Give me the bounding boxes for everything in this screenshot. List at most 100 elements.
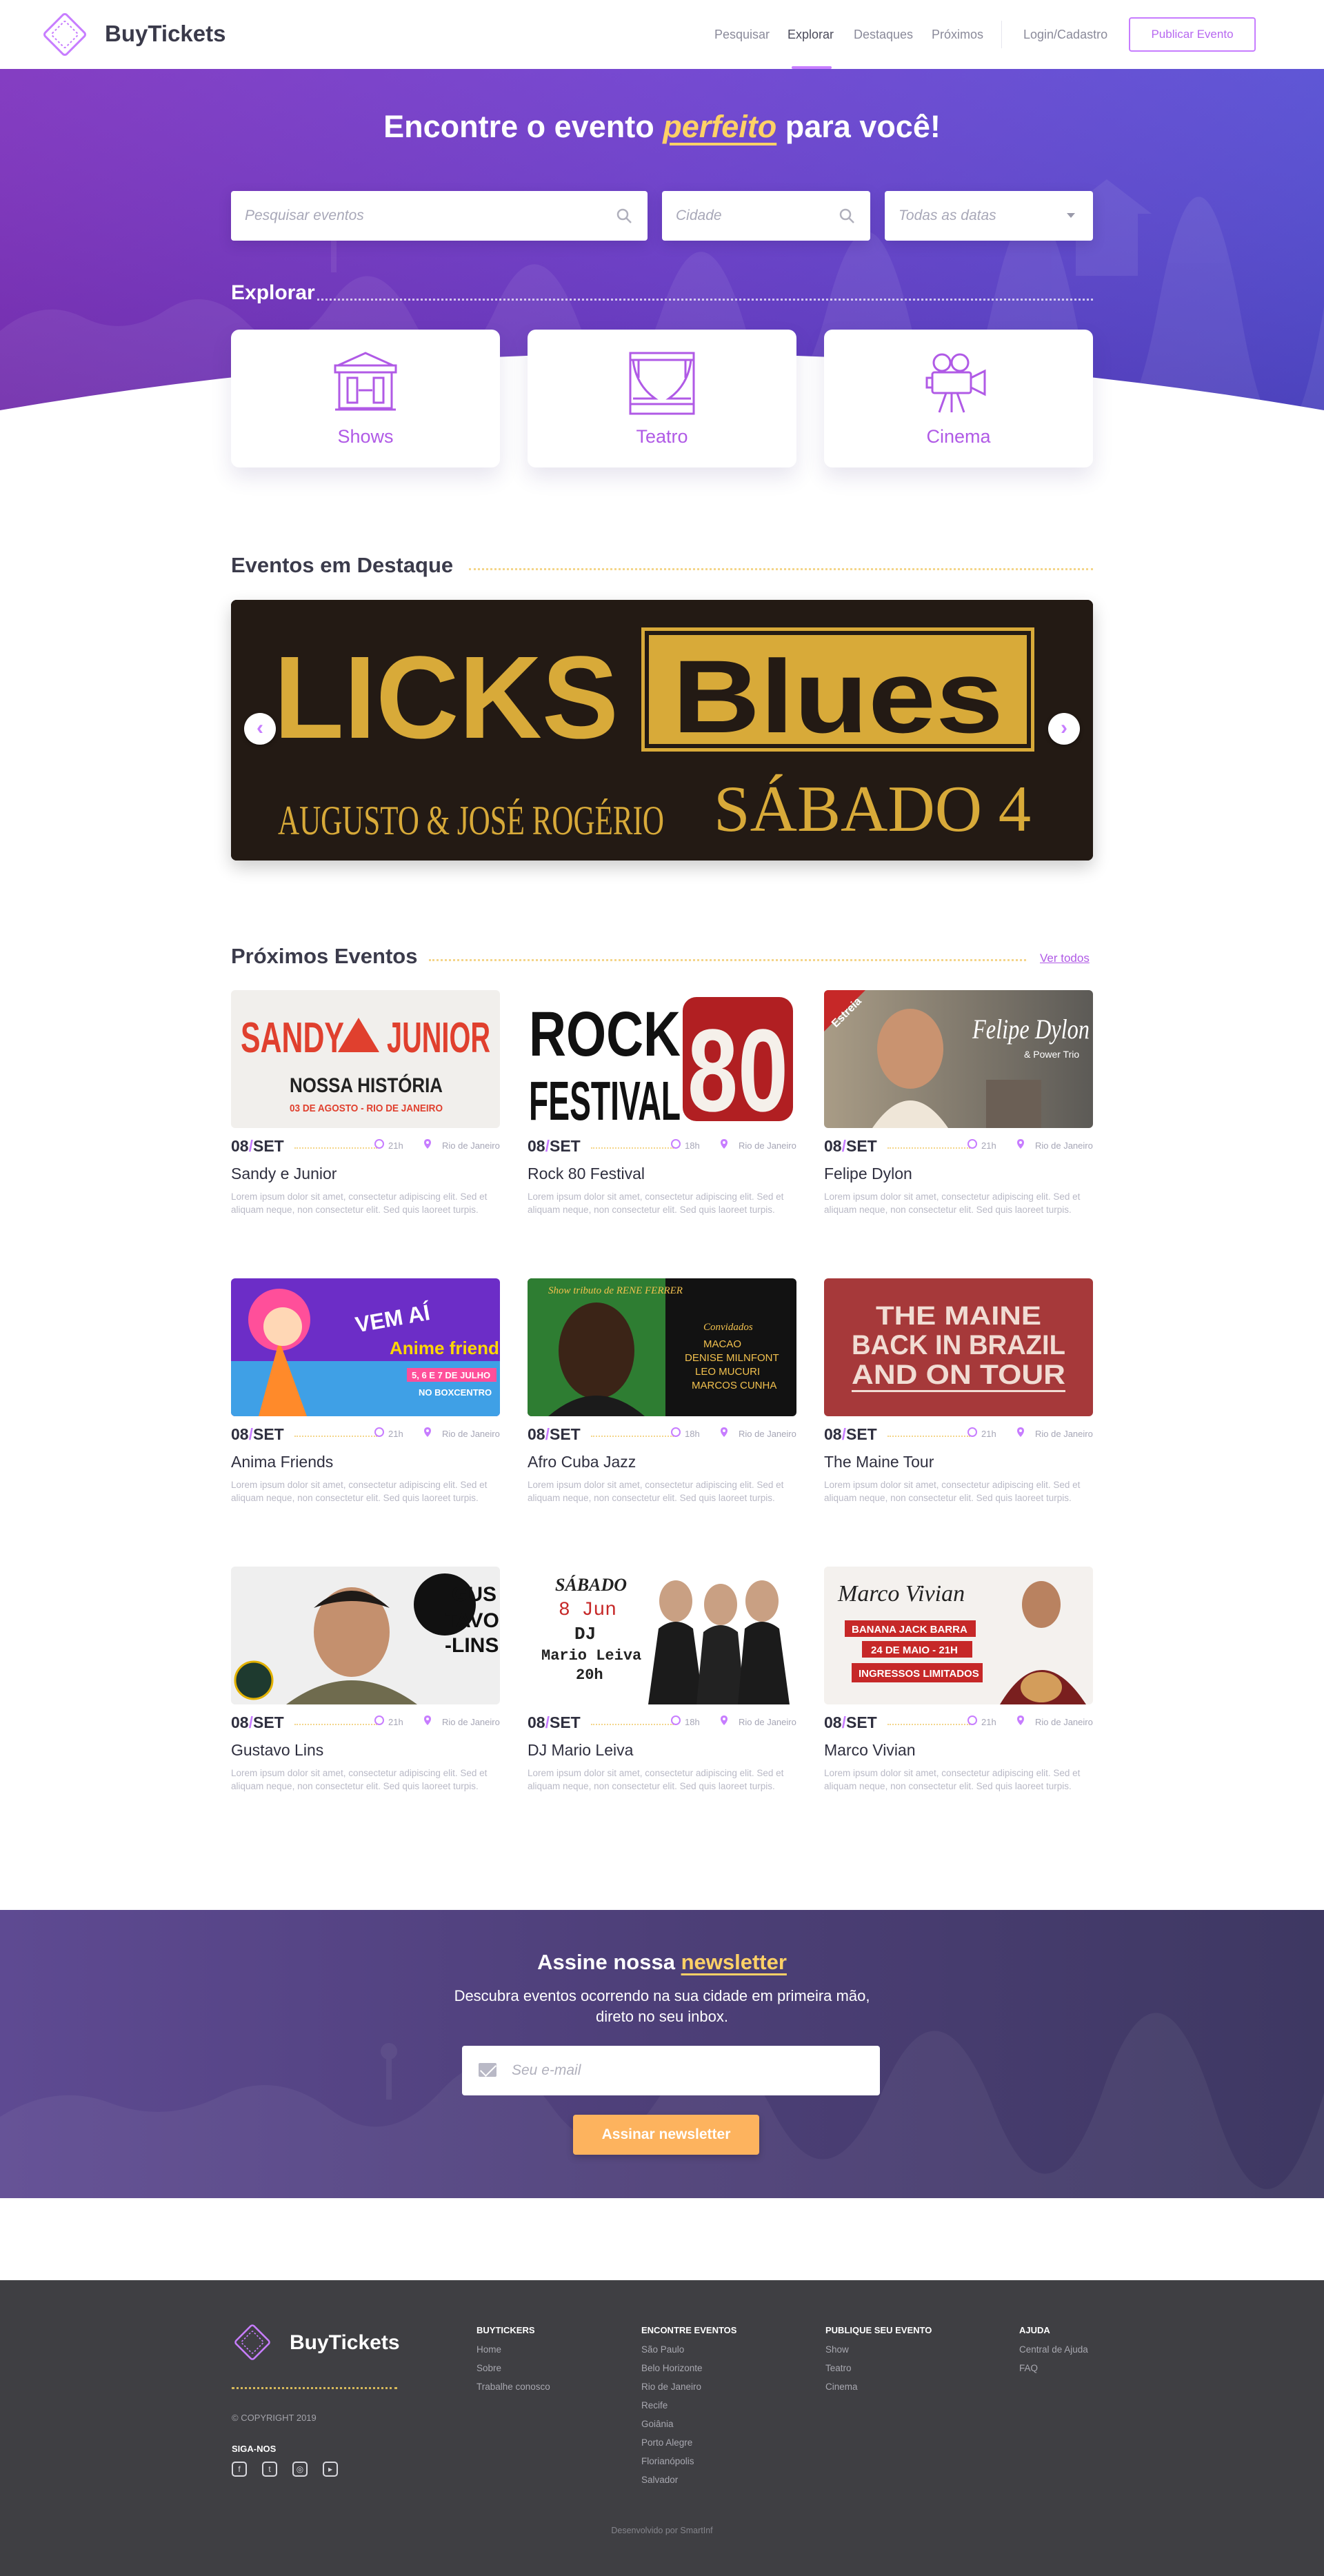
event-card[interactable]: ROCK 80 FESTIVAL 08/SET 18h Rio de Janei…	[528, 990, 796, 1225]
event-image[interactable]: Estreia Felipe Dylon & Power Trio	[824, 990, 1093, 1128]
event-name[interactable]: Felipe Dylon	[824, 1165, 912, 1183]
event-card[interactable]: Estreia Felipe Dylon & Power Trio 08/SET…	[824, 990, 1093, 1225]
footer-link[interactable]: Porto Alegre	[641, 2437, 692, 2448]
event-name[interactable]: DJ Mario Leiva	[528, 1741, 633, 1760]
carousel-prev-button[interactable]: ‹	[244, 713, 276, 745]
newsletter-email-field[interactable]	[462, 2046, 880, 2095]
mail-icon	[479, 2063, 496, 2077]
nav-link-explorar[interactable]: Explorar	[788, 28, 834, 42]
newsletter-subtitle: Descubra eventos ocorrendo na sua cidade…	[454, 1987, 870, 2025]
search-icon[interactable]	[616, 208, 632, 224]
event-name[interactable]: Sandy e Junior	[231, 1165, 337, 1183]
event-name[interactable]: Gustavo Lins	[231, 1741, 323, 1760]
event-card[interactable]: THE MAINE BACK IN BRAZIL AND ON TOUR 08/…	[824, 1278, 1093, 1513]
developer-credit: Desenvolvido por SmartInf	[611, 2526, 713, 2535]
footer-link[interactable]: Show	[825, 2344, 849, 2355]
event-city: Rio de Janeiro	[739, 1140, 796, 1151]
footer-link[interactable]: Recife	[641, 2400, 668, 2411]
subscribe-newsletter-button[interactable]: Assinar newsletter	[573, 2115, 759, 2155]
event-city: Rio de Janeiro	[1035, 1140, 1093, 1151]
event-image[interactable]: GUS TAVO -LINS	[231, 1567, 500, 1704]
event-image[interactable]: SANDY JUNIOR NOSSA HISTÓRIA 03 DE AGOSTO…	[231, 990, 500, 1128]
nav-link-proximos[interactable]: Próximos	[932, 28, 983, 42]
event-card[interactable]: SANDY JUNIOR NOSSA HISTÓRIA 03 DE AGOSTO…	[231, 990, 500, 1225]
event-name[interactable]: Rock 80 Festival	[528, 1165, 645, 1183]
event-card[interactable]: Show tributo de RENE FERRER Convidados M…	[528, 1278, 796, 1513]
city-input[interactable]	[676, 191, 832, 241]
nav-link-pesquisar[interactable]: Pesquisar	[714, 28, 770, 42]
footer-link[interactable]: Cinema	[825, 2382, 858, 2392]
event-divider	[887, 1436, 970, 1437]
brand-name[interactable]: BuyTickets	[105, 21, 225, 47]
location-pin-icon	[1017, 1427, 1024, 1437]
email-input[interactable]	[512, 2046, 856, 2095]
see-all-link[interactable]: Ver todos	[1040, 952, 1090, 965]
event-name[interactable]: Anima Friends	[231, 1453, 333, 1471]
clock-icon	[967, 1139, 977, 1149]
upcoming-title: Próximos Eventos	[231, 944, 418, 968]
footer-link[interactable]: Sobre	[477, 2363, 501, 2373]
event-image[interactable]: Show tributo de RENE FERRER Convidados M…	[528, 1278, 796, 1416]
location-pin-icon	[721, 1427, 728, 1437]
login-link[interactable]: Login/Cadastro	[1023, 28, 1107, 42]
category-card-teatro[interactable]: Teatro	[528, 330, 796, 467]
svg-text:BANANA JACK BARRA: BANANA JACK BARRA	[852, 1624, 967, 1636]
footer-link[interactable]: Teatro	[825, 2363, 852, 2373]
event-card[interactable]: SÁBADO 8 Jun DJ Mario Leiva 20h 08/SET 1…	[528, 1567, 796, 1801]
event-card[interactable]: Marco Vivian BANANA JACK BARRA 24 DE MAI…	[824, 1567, 1093, 1801]
ticket-logo-icon[interactable]	[40, 10, 90, 59]
nav-link-destaques[interactable]: Destaques	[854, 28, 913, 42]
search-events-field[interactable]	[231, 191, 648, 241]
event-name[interactable]: Afro Cuba Jazz	[528, 1453, 636, 1471]
event-name[interactable]: The Maine Tour	[824, 1453, 934, 1471]
event-image[interactable]: VEM AÍ Anime friends 5, 6 E 7 DE JULHO N…	[231, 1278, 500, 1416]
city-field[interactable]	[662, 191, 870, 241]
footer-col-title: ENCONTRE EVENTOS	[641, 2325, 737, 2335]
svg-text:ROCK: ROCK	[529, 999, 681, 1069]
footer-link[interactable]: FAQ	[1019, 2363, 1038, 2373]
event-image[interactable]: SÁBADO 8 Jun DJ Mario Leiva 20h	[528, 1567, 796, 1704]
event-card[interactable]: GUS TAVO -LINS 08/SET 21h Rio de Janeiro…	[231, 1567, 500, 1801]
date-select[interactable]: Todas as datas	[885, 191, 1093, 241]
search-icon[interactable]	[839, 208, 855, 224]
event-city: Rio de Janeiro	[1035, 1429, 1093, 1439]
footer-link[interactable]: Central de Ajuda	[1019, 2344, 1088, 2355]
event-time: 18h	[685, 1140, 700, 1151]
twitter-icon[interactable]: t	[262, 2462, 277, 2477]
event-name[interactable]: Marco Vivian	[824, 1741, 916, 1760]
clock-icon	[671, 1139, 681, 1149]
footer-link[interactable]: Rio de Janeiro	[641, 2382, 701, 2392]
event-image[interactable]: ROCK 80 FESTIVAL	[528, 990, 796, 1128]
category-card-shows[interactable]: Shows	[231, 330, 500, 467]
ticket-logo-icon[interactable]	[232, 2322, 273, 2363]
carousel-next-button[interactable]: ›	[1048, 713, 1080, 745]
instagram-icon[interactable]: ◎	[292, 2462, 308, 2477]
event-card[interactable]: VEM AÍ Anime friends 5, 6 E 7 DE JULHO N…	[231, 1278, 500, 1513]
event-time: 21h	[981, 1140, 996, 1151]
clock-icon	[374, 1715, 384, 1725]
footer-link[interactable]: Florianópolis	[641, 2456, 694, 2466]
stage-icon	[334, 352, 397, 411]
youtube-icon[interactable]: ▸	[323, 2462, 338, 2477]
footer-link[interactable]: Trabalhe conosco	[477, 2382, 550, 2392]
footer-link[interactable]: Salvador	[641, 2475, 678, 2485]
location-pin-icon	[424, 1427, 431, 1437]
search-input[interactable]	[245, 191, 557, 241]
category-label: Teatro	[636, 426, 688, 447]
event-city: Rio de Janeiro	[442, 1140, 500, 1151]
featured-carousel[interactable]: LICKS Blues AUGUSTO & JOSÉ ROGÉRIO SÁBAD…	[231, 600, 1093, 861]
chevron-right-icon: ›	[1061, 716, 1067, 739]
event-image[interactable]: THE MAINE BACK IN BRAZIL AND ON TOUR	[824, 1278, 1093, 1416]
event-image[interactable]: Marco Vivian BANANA JACK BARRA 24 DE MAI…	[824, 1567, 1093, 1704]
footer-link[interactable]: Belo Horizonte	[641, 2363, 703, 2373]
footer-link[interactable]: São Paulo	[641, 2344, 684, 2355]
facebook-icon[interactable]: f	[232, 2462, 247, 2477]
footer-link[interactable]: Home	[477, 2344, 501, 2355]
footer-brand-name[interactable]: BuyTickets	[290, 2331, 400, 2355]
location-pin-icon	[1017, 1139, 1024, 1149]
footer-link[interactable]: Goiânia	[641, 2419, 674, 2429]
category-card-cinema[interactable]: Cinema	[824, 330, 1093, 467]
clock-icon	[374, 1139, 384, 1149]
location-pin-icon	[1017, 1715, 1024, 1725]
publish-event-button[interactable]: Publicar Evento	[1129, 17, 1256, 52]
